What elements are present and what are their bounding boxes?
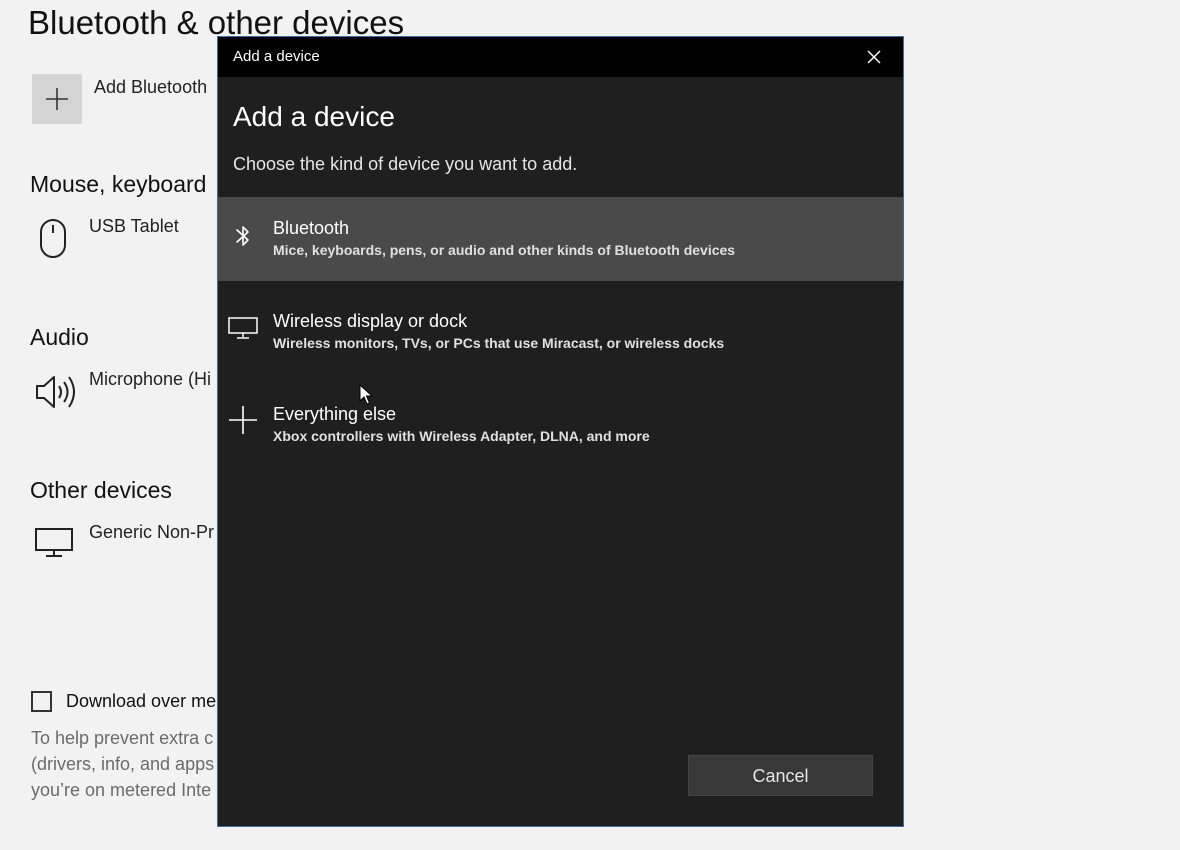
option-wireless-display-title: Wireless display or dock — [273, 311, 468, 331]
download-metered-label[interactable]: Download over me — [66, 691, 216, 712]
section-mouse-keyboard: Mouse, keyboard — [30, 171, 207, 197]
option-bluetooth-title: Bluetooth — [273, 218, 350, 238]
help-text-line-1: To help prevent extra c — [31, 728, 214, 748]
cancel-button[interactable]: Cancel — [688, 755, 873, 796]
dialog-titlebar[interactable]: Add a device — [218, 37, 903, 77]
mouse-icon — [40, 219, 66, 258]
device-usb-tablet[interactable]: USB Tablet — [89, 216, 179, 237]
option-everything-else-title: Everything else — [273, 404, 397, 424]
option-bluetooth[interactable]: Bluetooth Mice, keyboards, pens, or audi… — [218, 197, 903, 405]
bluetooth-icon — [236, 226, 249, 246]
help-text-line-3: you’re on metered Inte — [31, 780, 212, 800]
plus-icon — [229, 406, 257, 434]
add-device-dialog: Add a device Add a device Choose the kin… — [217, 36, 904, 827]
add-bluetooth-label[interactable]: Add Bluetooth — [94, 77, 207, 98]
close-icon — [867, 50, 881, 64]
monitor-icon — [35, 528, 73, 557]
dialog-heading: Add a device — [233, 101, 395, 132]
option-everything-else[interactable]: Everything else Xbox controllers with Wi… — [218, 383, 903, 467]
option-bluetooth-desc: Mice, keyboards, pens, or audio and othe… — [273, 242, 736, 258]
close-button[interactable] — [845, 37, 903, 77]
option-wireless-display[interactable]: Wireless display or dock Wireless monito… — [218, 290, 903, 374]
device-microphone[interactable]: Microphone (Hi — [89, 369, 211, 390]
section-other-devices: Other devices — [30, 477, 172, 503]
download-metered-checkbox[interactable] — [31, 691, 52, 712]
option-wireless-display-desc: Wireless monitors, TVs, or PCs that use … — [273, 335, 725, 351]
plus-icon — [46, 88, 68, 110]
device-generic[interactable]: Generic Non-Pr — [89, 522, 214, 543]
help-text-line-2: (drivers, info, and apps — [31, 754, 215, 774]
dialog-window-title: Add a device — [233, 48, 320, 65]
monitor-icon — [228, 317, 258, 339]
dialog-subtitle: Choose the kind of device you want to ad… — [233, 154, 578, 174]
speaker-icon — [36, 376, 75, 408]
option-everything-else-desc: Xbox controllers with Wireless Adapter, … — [273, 428, 650, 444]
section-audio: Audio — [30, 324, 89, 350]
add-bluetooth-button[interactable] — [32, 74, 82, 124]
